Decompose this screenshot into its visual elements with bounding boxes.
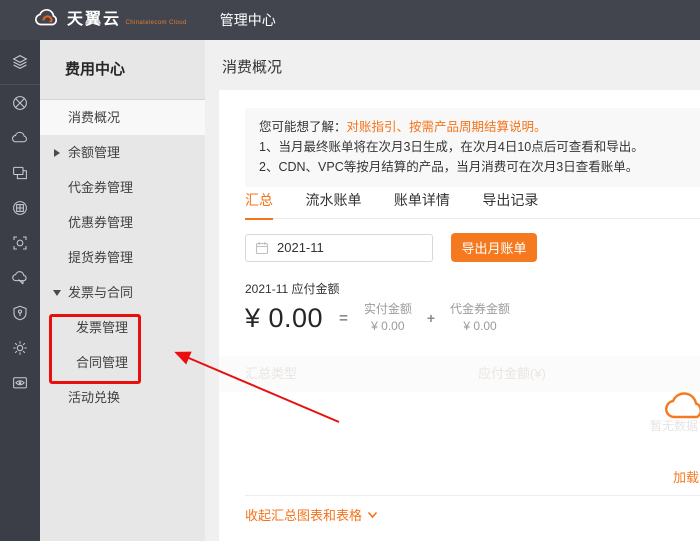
tab-bar: 汇总 流水账单 账单详情 导出记录 xyxy=(245,190,700,219)
annotation-red-arrow xyxy=(160,342,352,434)
tab-export-record[interactable]: 导出记录 xyxy=(482,190,538,218)
paid-label: 实付金额 xyxy=(364,301,412,318)
sidebar-item-cash-coupon[interactable]: 代金券管理 xyxy=(40,170,205,205)
brand-subtitle: Chinatelecom Cloud xyxy=(125,20,186,26)
tab-bill-detail[interactable]: 账单详情 xyxy=(394,190,450,218)
sidebar-title: 费用中心 xyxy=(40,40,205,100)
period-amount-label: 2021-11 应付金额 xyxy=(245,280,339,297)
notice-links[interactable]: 对账指引、按需产品周期结算说明。 xyxy=(347,120,547,134)
column-payable-amount: 应付金额(¥) xyxy=(478,356,546,392)
month-picker-input[interactable]: 2021-11 xyxy=(245,234,433,262)
chevron-down-icon xyxy=(367,511,378,519)
month-value: 2021-11 xyxy=(277,240,324,255)
media-circle-icon[interactable] xyxy=(11,199,29,217)
annotation-red-box xyxy=(49,314,141,384)
paid-value: ¥ 0.00 xyxy=(364,318,412,335)
nav-management-center[interactable]: 管理中心 xyxy=(220,10,276,30)
screens-icon[interactable] xyxy=(11,164,29,182)
monitor-eye-icon[interactable] xyxy=(11,374,29,392)
no-data-text: 暂无数据 xyxy=(650,417,698,434)
triangle-collapsed-icon xyxy=(54,149,60,157)
brand-logo[interactable]: 天翼云 Chinatelecom Cloud xyxy=(33,7,187,33)
cloud-transfer-icon[interactable] xyxy=(11,269,29,287)
voucher-label: 代金券金额 xyxy=(450,301,510,318)
settings-gear-icon[interactable] xyxy=(11,339,29,357)
page-title: 消费概况 xyxy=(222,56,282,77)
products-stack-icon[interactable] xyxy=(11,53,29,71)
rail-separator xyxy=(0,84,40,85)
global-network-icon[interactable] xyxy=(11,94,29,112)
scan-icon[interactable] xyxy=(11,234,29,252)
voucher-amount-block: 代金券金额 ¥ 0.00 xyxy=(450,301,510,335)
voucher-value: ¥ 0.00 xyxy=(450,318,510,335)
cloud-logo-icon xyxy=(33,7,60,33)
footer-divider xyxy=(245,495,700,496)
sidebar-item-invoice-contract[interactable]: 发票与合同 xyxy=(40,275,205,310)
filter-row: 2021-11 导出月账单 xyxy=(245,233,537,262)
notice-line-1: 1、当月最终账单将在次月3日生成，在次月4日10点后可查看和导出。 xyxy=(259,137,686,157)
security-shield-icon[interactable] xyxy=(11,304,29,322)
left-icon-rail xyxy=(0,40,40,541)
loading-link[interactable]: 加载 xyxy=(673,467,699,486)
plus-sign: + xyxy=(427,310,435,326)
top-header: 天翼云 Chinatelecom Cloud 管理中心 xyxy=(0,0,700,40)
notice-intro: 您可能想了解： xyxy=(259,120,347,134)
sidebar-item-consumption-overview[interactable]: 消费概况 xyxy=(40,100,205,135)
calendar-icon xyxy=(255,241,269,255)
sidebar-item-discount-coupon[interactable]: 优惠券管理 xyxy=(40,205,205,240)
tab-flow-bill[interactable]: 流水账单 xyxy=(305,190,361,218)
triangle-expanded-icon xyxy=(53,290,61,296)
total-amount: ¥ 0.00 xyxy=(245,303,323,334)
billing-center-sidebar: 费用中心 消费概况 余额管理 代金券管理 优惠券管理 提货券管理 发票与合同 发… xyxy=(40,40,205,541)
brand-name: 天翼云 xyxy=(67,11,121,28)
notice-line-2: 2、CDN、VPC等按月结算的产品，当月消费可在次月3日查看账单。 xyxy=(259,157,686,177)
cloud-server-icon[interactable] xyxy=(11,129,29,147)
equals-sign: = xyxy=(339,310,348,327)
sidebar-item-balance-management[interactable]: 余额管理 xyxy=(40,135,205,170)
paid-amount-block: 实付金额 ¥ 0.00 xyxy=(364,301,412,335)
sidebar-item-pickup-coupon[interactable]: 提货券管理 xyxy=(40,240,205,275)
tab-summary[interactable]: 汇总 xyxy=(245,190,273,220)
amount-summary: ¥ 0.00 = 实付金额 ¥ 0.00 + 代金券金额 ¥ 0.00 xyxy=(245,301,510,335)
export-monthly-bill-button[interactable]: 导出月账单 xyxy=(451,233,537,262)
notice-banner: 您可能想了解：对账指引、按需产品周期结算说明。 1、当月最终账单将在次月3日生成… xyxy=(245,108,700,187)
content-card: 您可能想了解：对账指引、按需产品周期结算说明。 1、当月最终账单将在次月3日生成… xyxy=(219,90,700,541)
collapse-summary-link[interactable]: 收起汇总图表和表格 xyxy=(245,505,378,524)
